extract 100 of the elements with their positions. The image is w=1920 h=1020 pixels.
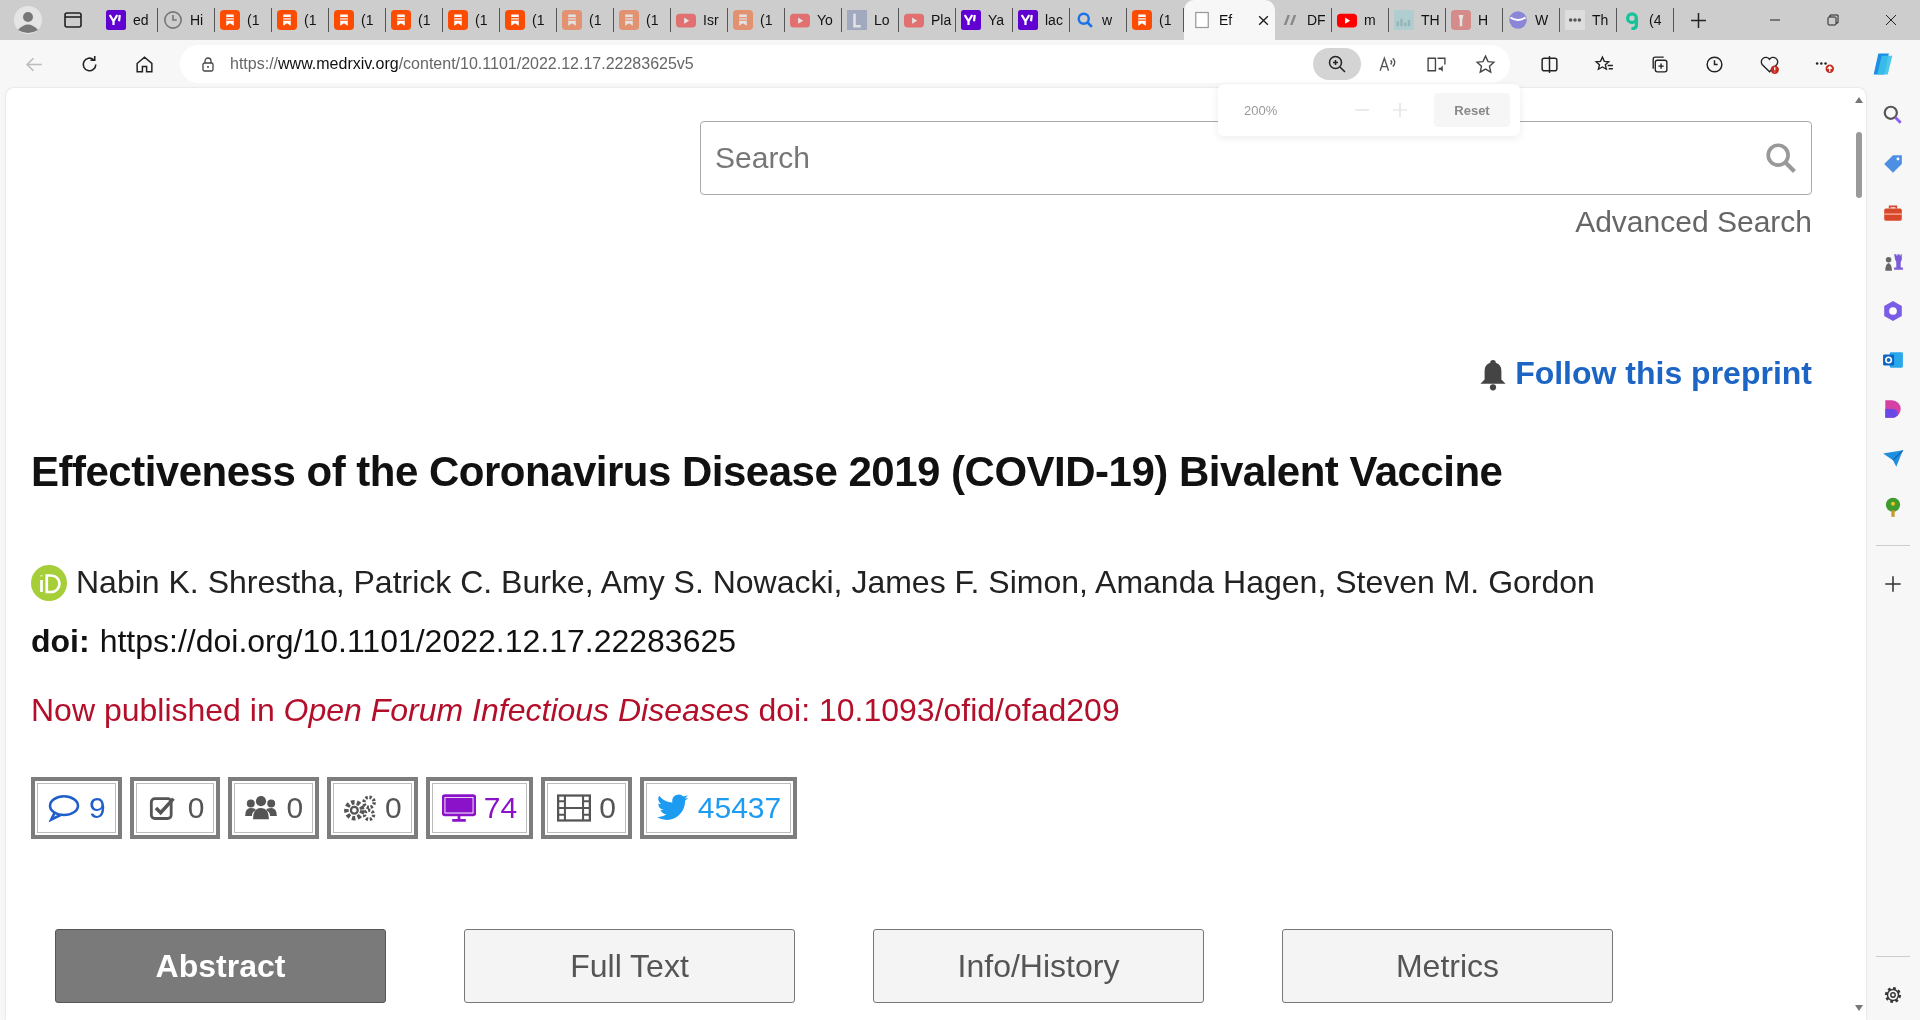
metric-count: 9 (89, 791, 106, 825)
browser-tab[interactable]: lac (1013, 8, 1070, 32)
browser-tab[interactable]: H (1446, 8, 1503, 32)
bookmark-icon (391, 10, 411, 30)
metric-badge[interactable]: 0 (541, 777, 632, 839)
browser-tab[interactable]: w (1070, 8, 1127, 32)
zoom-level: 200% (1244, 102, 1279, 118)
browser-tab[interactable]: Lo (842, 8, 899, 32)
refresh-icon[interactable] (79, 53, 100, 75)
browser-tab[interactable]: (1 (215, 8, 272, 32)
browser-tab[interactable]: ed (101, 8, 158, 32)
history-icon[interactable] (1704, 53, 1725, 75)
scroll-down-icon[interactable] (1854, 1004, 1864, 1012)
outlook-icon[interactable] (1882, 349, 1904, 371)
tag-icon[interactable] (1882, 153, 1904, 175)
bookmark-icon (505, 10, 525, 30)
search-field[interactable]: Search (700, 121, 1812, 195)
chess-pieces-icon[interactable] (1882, 251, 1904, 273)
monitor-icon (441, 794, 476, 822)
metric-badge[interactable]: 0 (327, 777, 418, 839)
bookmark-icon (448, 10, 468, 30)
article-tab[interactable]: Full Text (464, 929, 795, 1003)
browser-tab[interactable]: (1 (329, 8, 386, 32)
browser-tab[interactable]: DF (1275, 8, 1332, 32)
browser-tab[interactable]: m (1332, 8, 1389, 32)
article-tab[interactable]: Info/History (873, 929, 1204, 1003)
tab-title: (1 (247, 12, 260, 28)
profile-icon[interactable] (13, 5, 43, 35)
browser-tab[interactable]: Yo (785, 8, 842, 32)
browser-tab[interactable]: (1 (557, 8, 614, 32)
office-icon[interactable] (1882, 300, 1904, 322)
tab-title: Ef (1219, 12, 1233, 28)
tab-title: DF (1307, 12, 1326, 28)
favorite-star-icon[interactable] (1475, 53, 1496, 75)
metric-badge[interactable]: 9 (31, 777, 122, 839)
shield-icon (1508, 10, 1528, 30)
browser-tab[interactable]: (1 (386, 8, 443, 32)
add-icon[interactable] (1882, 573, 1904, 595)
tab-actions-icon[interactable] (63, 10, 83, 30)
tab-title: Lo (874, 12, 890, 28)
browser-tab[interactable]: (1 (728, 8, 785, 32)
article-tab[interactable]: Abstract (55, 929, 386, 1003)
tab-title: Ya (988, 12, 1005, 28)
scroll-up-icon[interactable] (1854, 96, 1864, 104)
metric-badge[interactable]: 74 (425, 777, 534, 839)
browser-tab[interactable]: (1 (1127, 8, 1184, 32)
close-icon[interactable] (1257, 13, 1271, 27)
tab-title: ed (133, 12, 149, 28)
metric-badge[interactable]: 0 (129, 777, 221, 839)
browser-tab[interactable]: W (1503, 8, 1560, 32)
browser-tab[interactable]: Ef (1184, 0, 1275, 40)
split-screen-icon[interactable] (1539, 53, 1560, 75)
metric-badge[interactable]: 0 (228, 777, 320, 839)
bookmark-icon (277, 10, 297, 30)
tab-title: (1 (475, 12, 488, 28)
browser-tab[interactable]: (1 (500, 8, 557, 32)
zoom-icon[interactable] (1327, 54, 1347, 74)
article-tab[interactable]: Metrics (1282, 929, 1613, 1003)
metric-count: 0 (286, 791, 304, 825)
browser-tab[interactable]: (1 (443, 8, 500, 32)
home-icon[interactable] (134, 53, 155, 75)
tab-title: (1 (589, 12, 602, 28)
browser-tab[interactable]: Ya (956, 8, 1013, 32)
browser-tab[interactable]: Hi (158, 8, 215, 32)
browser-tab[interactable]: Isr (671, 8, 728, 32)
browser-tab[interactable]: TH (1389, 8, 1446, 32)
bookmark-icon (562, 10, 582, 30)
tab-title: Th (1592, 12, 1609, 28)
film-icon (557, 794, 592, 822)
tab-title: m (1364, 12, 1376, 28)
settings-icon[interactable] (1882, 984, 1904, 1006)
design-shape-icon[interactable] (1882, 398, 1904, 420)
new-tab-icon[interactable] (1690, 11, 1707, 29)
browser-tab[interactable]: (1 (272, 8, 329, 32)
lock-icon[interactable] (200, 56, 216, 72)
advanced-search-link[interactable]: Advanced Search (1575, 205, 1812, 239)
tab-title: (1 (1159, 12, 1172, 28)
browser-tab[interactable]: (4 (1617, 8, 1674, 32)
url-text: https://www.medrxiv.org/content/10.1101/2022.12.17.22283625v5 (230, 55, 694, 73)
doi-link[interactable]: https://doi.org/10.1101/2022.12.17.22283625 (99, 623, 737, 660)
metric-count: 0 (187, 791, 205, 825)
bookmark-icon (334, 10, 354, 30)
browser-tab[interactable]: (1 (614, 8, 671, 32)
search-icon[interactable] (1882, 104, 1904, 126)
bookmark-icon (619, 10, 639, 30)
published-note: Now published in Open Forum Infectious Diseases doi: 10.1093/ofid/ofad209 (31, 692, 1121, 729)
tab-title: (1 (532, 12, 545, 28)
zoom-button[interactable] (1313, 48, 1361, 80)
browser-tab[interactable]: Th (1560, 8, 1617, 32)
scrollbar-thumb[interactable] (1856, 132, 1862, 198)
follow-link[interactable]: Follow this preprint (1515, 355, 1812, 392)
letter-l-icon (847, 10, 867, 30)
bookmark-icon (733, 10, 753, 30)
tab-title: Hi (190, 12, 204, 28)
dots-icon (1565, 10, 1585, 30)
browser-tab[interactable]: Pla (899, 8, 956, 32)
address-bar[interactable]: https://www.medrxiv.org/content/10.1101/2022.12.17.22283625v5 (180, 45, 1510, 83)
metric-count: 0 (599, 791, 616, 825)
tab-title: (1 (361, 12, 374, 28)
paper-plane-icon[interactable] (1882, 447, 1904, 469)
